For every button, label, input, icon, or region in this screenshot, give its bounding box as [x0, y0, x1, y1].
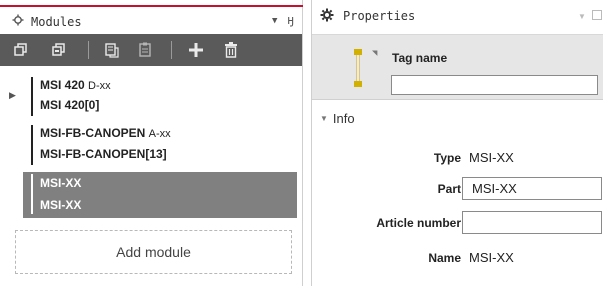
delete-icon[interactable]	[222, 41, 240, 59]
properties-gear-icon	[320, 8, 334, 25]
info-section-title: Info	[332, 111, 355, 126]
article-number-label: Article number	[376, 216, 461, 230]
toolbar-separator	[88, 41, 89, 59]
expand-all-icon[interactable]	[50, 41, 68, 59]
module-bar	[31, 77, 33, 116]
tag-name-label: Tag name	[392, 51, 448, 65]
module-instance: MSI 420[0]	[40, 98, 100, 112]
modules-panel-title: Modules	[31, 15, 82, 29]
module-type: MSI-FB-CANOPEN A-xx	[40, 126, 171, 140]
type-row: Type MSI-XX	[312, 146, 603, 170]
article-number-input[interactable]	[462, 211, 602, 234]
part-label: Part	[437, 182, 461, 196]
modules-toolbar	[0, 34, 302, 66]
module-type: MSI-XX	[40, 176, 82, 190]
pin-icon[interactable]: ӈ	[287, 13, 294, 27]
article-number-row: Article number	[312, 211, 603, 235]
paste-icon[interactable]	[137, 41, 155, 59]
module-tag-icon	[354, 49, 362, 89]
modules-panel-header: Modules ▼ ӈ	[0, 8, 303, 34]
module-item[interactable]: MSI-FB-CANOPEN A-xx MSI-FB-CANOPEN[13]	[0, 122, 302, 170]
tag-name-input[interactable]	[391, 75, 598, 95]
part-row: Part	[312, 177, 603, 201]
panel-accent-line	[0, 5, 303, 7]
info-section-header[interactable]: ▼ Info	[320, 111, 355, 126]
modules-panel: Modules ▼ ӈ ▶ MSI 420 D-xx MSI 420[0] MS…	[0, 0, 303, 286]
add-icon[interactable]	[187, 41, 205, 59]
name-value: MSI-XX	[469, 250, 514, 265]
module-bar	[31, 174, 33, 214]
name-label: Name	[428, 251, 461, 265]
module-instance: MSI-XX	[40, 198, 82, 212]
part-input[interactable]	[462, 177, 602, 200]
maximize-icon[interactable]	[592, 10, 602, 20]
panel-menu-chevron-icon[interactable]: ▼	[272, 16, 277, 26]
module-item[interactable]: ▶ MSI 420 D-xx MSI 420[0]	[0, 74, 302, 122]
type-value: MSI-XX	[469, 150, 514, 165]
properties-panel-title: Properties	[343, 9, 416, 23]
properties-panel-header: Properties ▼	[312, 0, 603, 34]
panel-menu-chevron-icon[interactable]: ▼	[578, 12, 586, 21]
add-module-button[interactable]: Add module	[15, 230, 292, 274]
expand-arrow-icon[interactable]: ▶	[9, 90, 16, 101]
modules-gear-icon	[12, 14, 24, 29]
collapse-all-icon[interactable]	[12, 41, 30, 59]
copy-icon[interactable]	[103, 41, 121, 59]
module-instance: MSI-FB-CANOPEN[13]	[40, 147, 167, 161]
module-item-selected[interactable]: MSI-XX MSI-XX	[0, 170, 302, 218]
tag-name-area: ◥ Tag name	[312, 34, 603, 100]
toolbar-separator	[171, 41, 172, 59]
module-type: MSI 420 D-xx	[40, 78, 111, 92]
module-bar	[31, 125, 33, 165]
corner-marker-icon: ◥	[372, 50, 378, 57]
type-label: Type	[433, 151, 461, 165]
properties-panel: Properties ▼ ◥ Tag name ▼ Info Type MSI-X…	[311, 0, 603, 286]
name-row: Name MSI-XX	[312, 246, 603, 270]
collapse-arrow-icon[interactable]: ▼	[320, 114, 328, 123]
